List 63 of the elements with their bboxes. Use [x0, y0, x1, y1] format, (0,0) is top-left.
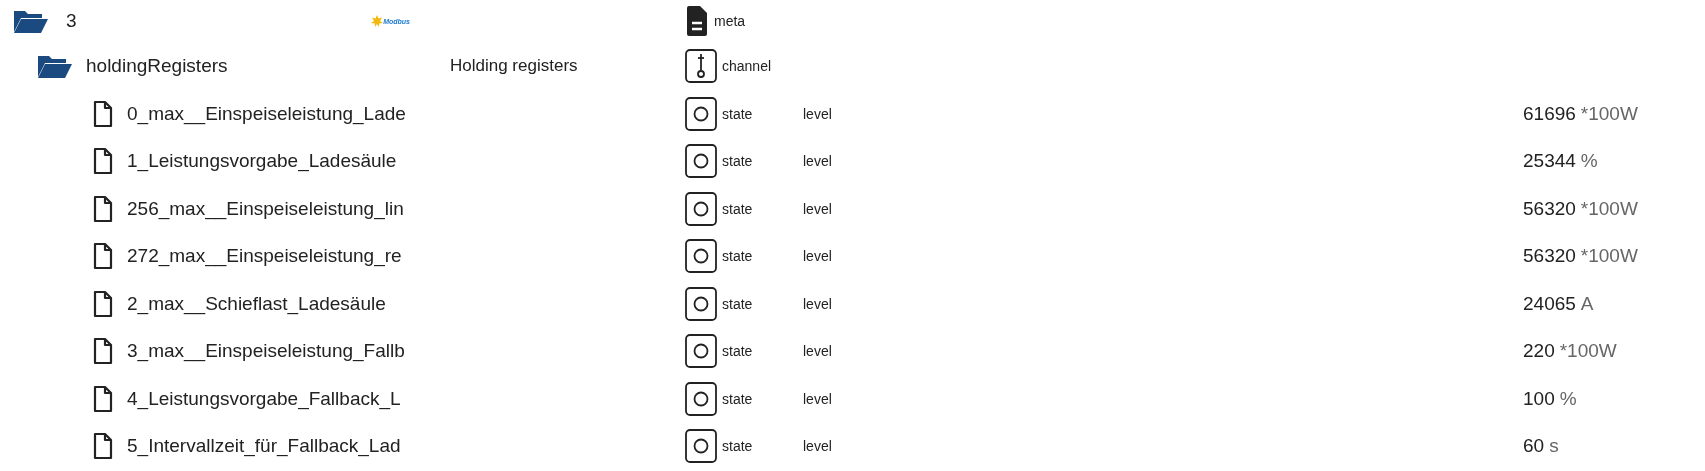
type-label: meta [714, 13, 746, 29]
type-label: state [722, 248, 753, 265]
role-label: level [803, 390, 832, 407]
value-unit: *100W [1580, 102, 1638, 125]
item-value: 61696 [1523, 102, 1576, 125]
value-unit: *100W [1580, 245, 1638, 268]
document-icon [685, 5, 709, 37]
type-label: state [722, 200, 753, 217]
type-label: state [722, 438, 753, 455]
type-label: state [722, 153, 753, 170]
state-icon [685, 239, 717, 274]
file-icon [93, 99, 113, 128]
role-label: level [803, 248, 832, 265]
item-value: 24065 [1523, 292, 1576, 315]
item-value: 100 [1523, 387, 1555, 410]
item-name[interactable]: 2_max__Schieflast_Ladesäule [127, 292, 386, 315]
state-icon [685, 286, 717, 321]
item-name[interactable]: 5_Intervallzeit_für_Fallback_Lad [127, 435, 401, 458]
item-value: 25344 [1523, 150, 1576, 173]
file-icon [93, 432, 113, 461]
type-label: state [722, 343, 753, 360]
value-unit: % [1580, 150, 1598, 173]
item-name[interactable]: 4_Leistungsvorgabe_Fallback_L [127, 387, 401, 410]
role-label: level [803, 153, 832, 170]
item-value: 56320 [1523, 245, 1576, 268]
state-icon [685, 429, 717, 464]
item-name[interactable]: 3_max__Einspeiseleistung_Fallb [127, 340, 405, 363]
state-icon [685, 334, 717, 369]
type-label: state [722, 295, 753, 312]
role-label: level [803, 343, 832, 360]
value-unit: s [1549, 435, 1559, 458]
file-icon [93, 289, 113, 318]
role-label: level [803, 200, 832, 217]
item-name[interactable]: 272_max__Einspeiseleistung_re [127, 245, 402, 268]
item-value: 60 [1523, 435, 1545, 458]
state-icon [685, 96, 717, 131]
type-label: state [722, 390, 753, 407]
channel-icon [685, 49, 717, 83]
item-value: 220 [1523, 340, 1555, 363]
item-name[interactable]: 0_max__Einspeiseleistung_Lade [127, 102, 406, 125]
type-label: channel [722, 58, 772, 74]
role-label: level [803, 295, 832, 312]
value-unit: *100W [1559, 340, 1617, 363]
value-unit: A [1580, 292, 1594, 315]
state-icon [685, 381, 717, 416]
file-icon [93, 147, 113, 176]
value-unit: % [1559, 387, 1577, 410]
role-label: level [803, 105, 832, 122]
file-icon [93, 242, 113, 271]
file-icon [93, 337, 113, 366]
item-name[interactable]: 1_Leistungsvorgabe_Ladesäule [127, 150, 397, 173]
file-icon [93, 384, 113, 413]
role-label: level [803, 438, 832, 455]
state-icon [685, 191, 717, 226]
value-unit: *100W [1580, 197, 1638, 220]
state-icon [685, 144, 717, 179]
type-label: state [722, 105, 753, 122]
item-name[interactable]: 256_max__Einspeiseleistung_lin [127, 197, 404, 220]
file-icon [93, 194, 113, 223]
item-name[interactable]: holdingRegisters [86, 55, 228, 77]
item-name[interactable]: 3 [66, 10, 77, 32]
item-value: 56320 [1523, 197, 1576, 220]
item-description: Holding registers [450, 56, 578, 76]
